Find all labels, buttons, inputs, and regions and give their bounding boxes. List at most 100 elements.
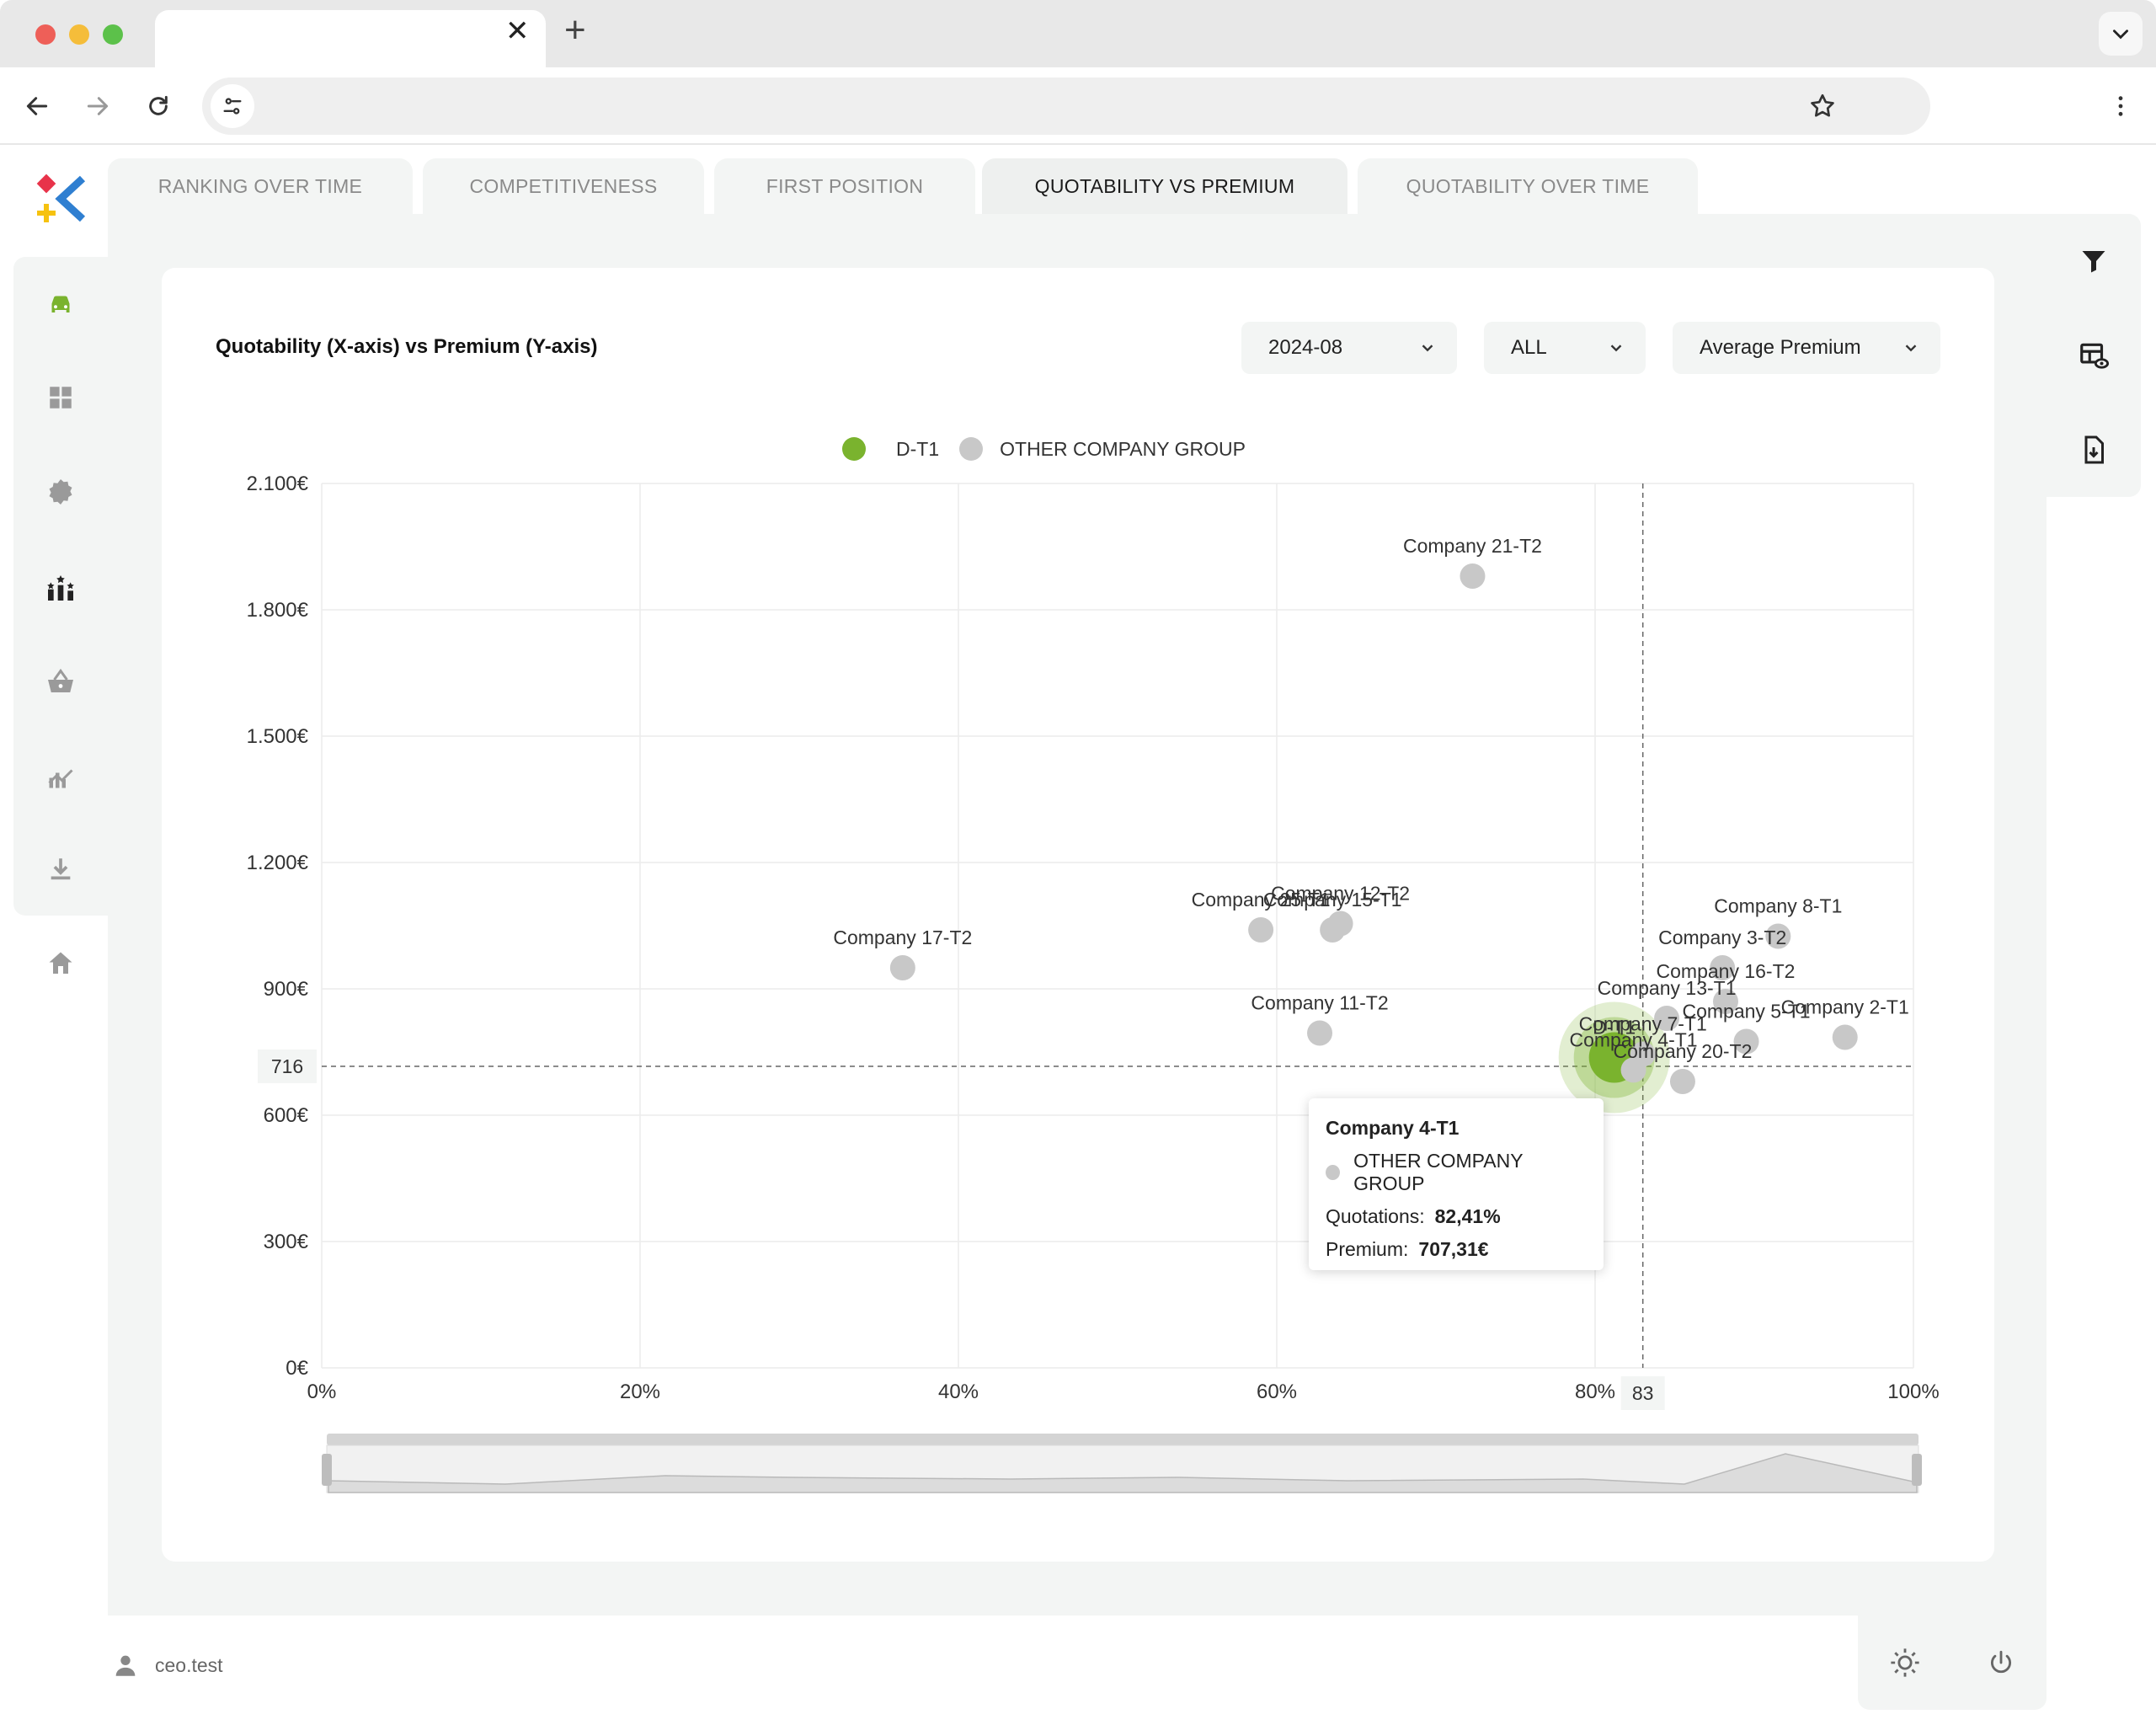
- tooltip-series-dot: [1326, 1165, 1341, 1180]
- sidebar-item-badge[interactable]: [40, 472, 81, 512]
- chevron-down-icon: [1422, 344, 1433, 352]
- tab-ranking-over-time[interactable]: RANKING OVER TIME: [108, 158, 413, 214]
- scatter-point[interactable]: [1307, 1020, 1333, 1046]
- point-label: Company 25-T1: [1192, 889, 1331, 911]
- window-minimize-button[interactable]: [69, 24, 89, 45]
- reload-icon: [149, 95, 168, 115]
- tab-competitiveness[interactable]: COMPETITIVENESS: [423, 158, 704, 214]
- y-tick-label: 900€: [264, 978, 309, 1001]
- sidebar-item-analytics[interactable]: [40, 756, 81, 797]
- sidebar-item-car[interactable]: [40, 285, 81, 325]
- y-tick-label: 600€: [264, 1104, 309, 1127]
- new-tab-icon[interactable]: +: [564, 12, 586, 49]
- point-label: Company 20-T2: [1613, 1040, 1752, 1062]
- basket-icon: [48, 668, 73, 692]
- zoom-handle-left[interactable]: [322, 1454, 332, 1486]
- reload-button[interactable]: [138, 86, 179, 126]
- filter-button[interactable]: [2073, 241, 2114, 281]
- chart-legend: D-T1 OTHER COMPANY GROUP: [842, 435, 1246, 463]
- tab-first-position[interactable]: FIRST POSITION: [714, 158, 975, 214]
- tab-quotability-over-time[interactable]: QUOTABILITY OVER TIME: [1358, 158, 1698, 214]
- y-tick-label: 2.100€: [247, 473, 309, 495]
- x-tick-label: 80%: [1575, 1381, 1615, 1403]
- sidebar-item-download[interactable]: [40, 849, 81, 889]
- legend-label-other-company-group[interactable]: OTHER COMPANY GROUP: [1000, 438, 1246, 461]
- tooltip-premium-label: Premium:: [1326, 1238, 1409, 1260]
- legend-dot-d-t1[interactable]: [842, 437, 866, 461]
- scatter-point[interactable]: [889, 955, 915, 980]
- close-tab-icon[interactable]: ✕: [505, 17, 530, 45]
- table-view-button[interactable]: [2073, 335, 2114, 376]
- forward-button[interactable]: [77, 86, 118, 126]
- x-tick-label: 60%: [1257, 1381, 1297, 1403]
- y-tick-label: 1.500€: [247, 725, 309, 748]
- y-tick-label: 0€: [286, 1357, 308, 1380]
- scatter-point[interactable]: [1460, 563, 1486, 589]
- brand-logo-icon: [36, 174, 86, 222]
- bookmark-button[interactable]: [1802, 86, 1843, 126]
- logout-button[interactable]: [1981, 1642, 2021, 1683]
- legend-dot-other-company-group[interactable]: [959, 437, 984, 461]
- theme-toggle-button[interactable]: [1885, 1642, 1925, 1683]
- period-select-value: 2024-08: [1268, 336, 1343, 359]
- browser-tab[interactable]: [155, 10, 546, 67]
- star-icon: [1811, 93, 1834, 117]
- site-info-button[interactable]: [211, 84, 254, 128]
- scatter-point[interactable]: [1248, 917, 1274, 943]
- export-file-button[interactable]: [2073, 430, 2114, 470]
- tune-icon: [223, 98, 242, 115]
- chart-title: Quotability (X-axis) vs Premium (Y-axis): [216, 335, 598, 358]
- sidebar-item-dashboard[interactable]: [40, 377, 81, 418]
- tab-search-button[interactable]: [2099, 12, 2143, 56]
- sidebar-item-home[interactable]: [40, 943, 81, 984]
- car-icon: [51, 296, 70, 312]
- window-maximize-button[interactable]: [103, 24, 123, 45]
- sidebar-item-basket[interactable]: [40, 662, 81, 702]
- period-select[interactable]: 2024-08: [1241, 322, 1457, 374]
- tooltip-title: Company 4-T1: [1326, 1117, 1460, 1139]
- y-tick-label: 1.800€: [247, 599, 309, 622]
- crosshair-x-label: 83: [1632, 1382, 1654, 1404]
- tooltip-premium-value: 707,31€: [1418, 1238, 1489, 1260]
- scope-select[interactable]: ALL: [1484, 322, 1646, 374]
- metric-select-value: Average Premium: [1700, 336, 1861, 359]
- arrow-left-icon: [26, 97, 48, 115]
- address-bar[interactable]: [202, 77, 1930, 135]
- power-icon: [1990, 1650, 2012, 1674]
- zoom-handle-right[interactable]: [1912, 1454, 1922, 1486]
- x-tick-label: 100%: [1887, 1381, 1939, 1403]
- chart-tooltip: Company 4-T1 OTHER COMPANY GROUP Quotati…: [1309, 1098, 1604, 1270]
- tooltip-series: OTHER COMPANY GROUP: [1353, 1150, 1524, 1194]
- sidebar-item-ranking[interactable]: [40, 568, 81, 608]
- user-name: ceo.test: [155, 1653, 223, 1676]
- file-download-icon: [2084, 435, 2104, 464]
- point-label: Company 2-T1: [1781, 996, 1909, 1018]
- arrow-right-icon: [87, 97, 109, 115]
- ranking-stars-icon: [47, 575, 74, 601]
- point-label: Company 3-T2: [1658, 927, 1786, 948]
- window-close-button[interactable]: [35, 24, 56, 45]
- chevron-down-icon: [2113, 29, 2128, 40]
- scatter-point[interactable]: [1669, 1069, 1695, 1094]
- scatter-point[interactable]: [1320, 917, 1346, 943]
- download-icon: [51, 858, 71, 880]
- metric-select[interactable]: Average Premium: [1673, 322, 1940, 374]
- zoom-slider-bar[interactable]: [327, 1434, 1919, 1445]
- x-tick-label: 40%: [938, 1381, 979, 1403]
- point-label: Company 17-T2: [833, 927, 972, 948]
- point-label: Company 8-T1: [1714, 895, 1842, 917]
- point-label: Company 11-T2: [1251, 992, 1388, 1014]
- current-user[interactable]: ceo.test: [111, 1651, 223, 1680]
- person-icon: [115, 1655, 136, 1676]
- browser-menu-button[interactable]: [2100, 86, 2141, 126]
- scatter-point[interactable]: [1832, 1024, 1858, 1050]
- more-vert-icon: [2118, 96, 2123, 116]
- legend-label-d-t1[interactable]: D-T1: [896, 438, 939, 461]
- table-eye-icon: [2080, 343, 2110, 369]
- x-tick-label: 0%: [307, 1381, 337, 1403]
- dashboard-icon: [50, 387, 72, 409]
- badge-icon: [49, 479, 72, 505]
- back-button[interactable]: [17, 86, 57, 126]
- tab-quotability-vs-premium[interactable]: QUOTABILITY VS PREMIUM: [982, 158, 1348, 214]
- sun-icon: [1891, 1648, 1919, 1677]
